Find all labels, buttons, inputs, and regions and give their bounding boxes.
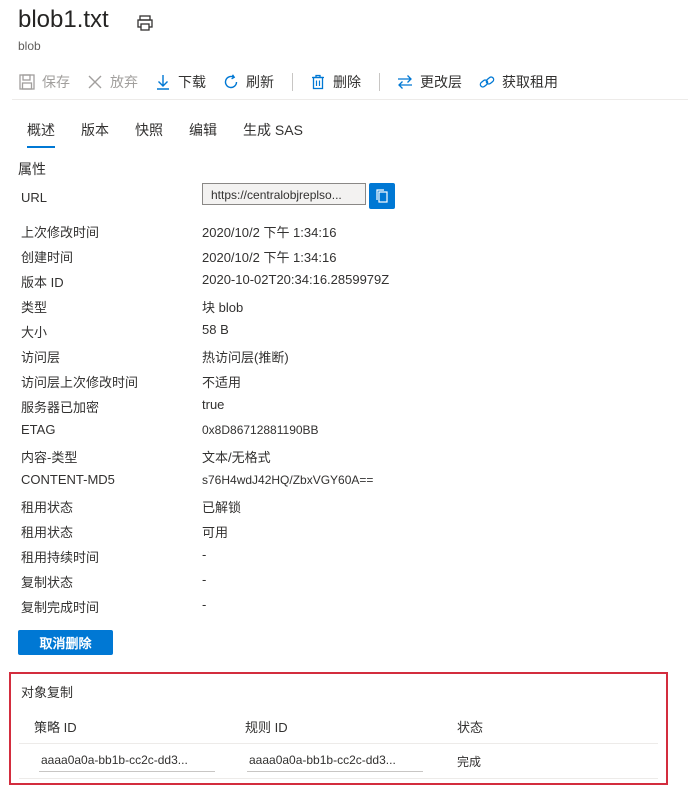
page-title: blob1.txt bbox=[18, 6, 109, 33]
prop-value: - bbox=[202, 597, 207, 612]
prop-label: 租用持续时间 bbox=[21, 550, 100, 565]
tab-edit[interactable]: 编辑 bbox=[189, 120, 217, 148]
tab-versions[interactable]: 版本 bbox=[81, 120, 109, 148]
object-replication-heading: 对象复制 bbox=[21, 685, 74, 700]
prop-label: 大小 bbox=[21, 325, 48, 340]
discard-button[interactable]: 放弃 bbox=[86, 72, 138, 92]
prop-label: 租用状态 bbox=[21, 500, 74, 515]
prop-value: 块 blob bbox=[202, 300, 244, 315]
column-header-status: 状态 bbox=[457, 720, 484, 735]
save-icon bbox=[19, 74, 35, 90]
close-icon bbox=[88, 75, 102, 89]
prop-value: 58 B bbox=[202, 322, 229, 337]
prop-value: 2020/10/2 下午 1:34:16 bbox=[202, 250, 337, 265]
copy-icon bbox=[376, 189, 388, 203]
url-field[interactable]: https://centralobjreplso... bbox=[202, 183, 366, 205]
acquire-lease-label: 获取租用 bbox=[502, 74, 558, 90]
command-bar: 保存 放弃 下载 刷新 删除 更改层 获取租用 bbox=[18, 70, 574, 94]
download-icon bbox=[157, 75, 169, 90]
delete-label: 删除 bbox=[333, 74, 361, 90]
swap-icon bbox=[398, 75, 412, 89]
delete-button[interactable]: 删除 bbox=[309, 72, 361, 92]
prop-label: 访问层上次修改时间 bbox=[21, 375, 139, 390]
status-cell: 完成 bbox=[457, 755, 482, 769]
tab-snapshots[interactable]: 快照 bbox=[135, 120, 163, 148]
table-header-divider bbox=[19, 743, 658, 744]
page-subtitle: blob bbox=[18, 39, 41, 53]
trash-icon bbox=[312, 74, 324, 90]
object-replication-panel: 对象复制 策略 ID 规则 ID 状态 aaaa0a0a-bb1b-cc2c-d… bbox=[9, 672, 668, 785]
prop-label: 内容-类型 bbox=[21, 450, 78, 465]
toolbar-divider bbox=[12, 99, 688, 100]
prop-value: 2020/10/2 下午 1:34:16 bbox=[202, 225, 337, 240]
prop-value: - bbox=[202, 572, 207, 587]
policy-id-cell: aaaa0a0a-bb1b-cc2c-dd3... bbox=[39, 753, 215, 772]
save-label: 保存 bbox=[42, 74, 70, 90]
download-button[interactable]: 下载 bbox=[154, 72, 206, 92]
change-tier-button[interactable]: 更改层 bbox=[396, 72, 462, 92]
prop-value: - bbox=[202, 547, 207, 562]
prop-value: s76H4wdJ42HQ/ZbxVGY60A== bbox=[202, 473, 374, 487]
url-label: URL bbox=[21, 190, 48, 205]
change-tier-label: 更改层 bbox=[420, 74, 462, 90]
tab-generate-sas[interactable]: 生成 SAS bbox=[243, 120, 303, 148]
refresh-label: 刷新 bbox=[246, 74, 274, 90]
save-button[interactable]: 保存 bbox=[18, 72, 70, 92]
acquire-lease-button[interactable]: 获取租用 bbox=[478, 72, 558, 92]
prop-label: 创建时间 bbox=[21, 250, 74, 265]
prop-label: CONTENT-MD5 bbox=[21, 472, 115, 487]
prop-value: 不适用 bbox=[202, 375, 242, 390]
prop-value: 热访问层(推断) bbox=[202, 350, 289, 365]
rule-id-cell: aaaa0a0a-bb1b-cc2c-dd3... bbox=[247, 753, 423, 772]
undelete-button[interactable]: 取消删除 bbox=[18, 630, 113, 655]
print-icon[interactable] bbox=[136, 14, 154, 32]
refresh-icon bbox=[224, 74, 238, 89]
prop-label: 类型 bbox=[21, 300, 48, 315]
prop-label: 上次修改时间 bbox=[21, 225, 100, 240]
toolbar-separator bbox=[292, 73, 293, 91]
prop-value: true bbox=[202, 397, 225, 412]
prop-label: 版本 ID bbox=[21, 275, 64, 290]
column-header-rule-id: 规则 ID bbox=[245, 720, 288, 735]
prop-label: ETAG bbox=[21, 422, 56, 437]
prop-value: 0x8D86712881190BB bbox=[202, 423, 319, 437]
prop-value: 2020-10-02T20:34:16.2859979Z bbox=[202, 272, 390, 287]
discard-label: 放弃 bbox=[110, 74, 138, 90]
copy-url-button[interactable] bbox=[369, 183, 395, 209]
prop-label: 租用状态 bbox=[21, 525, 74, 540]
tab-strip: 概述 版本 快照 编辑 生成 SAS bbox=[27, 120, 329, 148]
tab-overview[interactable]: 概述 bbox=[27, 120, 55, 148]
prop-label: 复制状态 bbox=[21, 575, 74, 590]
prop-value: 已解锁 bbox=[202, 500, 242, 515]
prop-value: 文本/无格式 bbox=[202, 450, 271, 465]
prop-label: 访问层 bbox=[21, 350, 61, 365]
properties-heading: 属性 bbox=[18, 161, 46, 177]
prop-label: 服务器已加密 bbox=[21, 400, 100, 415]
link-icon bbox=[479, 76, 495, 88]
download-label: 下载 bbox=[178, 74, 206, 90]
prop-label: 复制完成时间 bbox=[21, 600, 100, 615]
refresh-button[interactable]: 刷新 bbox=[222, 72, 274, 92]
toolbar-separator bbox=[379, 73, 380, 91]
table-row-divider bbox=[19, 778, 658, 779]
prop-value: 可用 bbox=[202, 525, 229, 540]
column-header-policy-id: 策略 ID bbox=[34, 720, 77, 735]
